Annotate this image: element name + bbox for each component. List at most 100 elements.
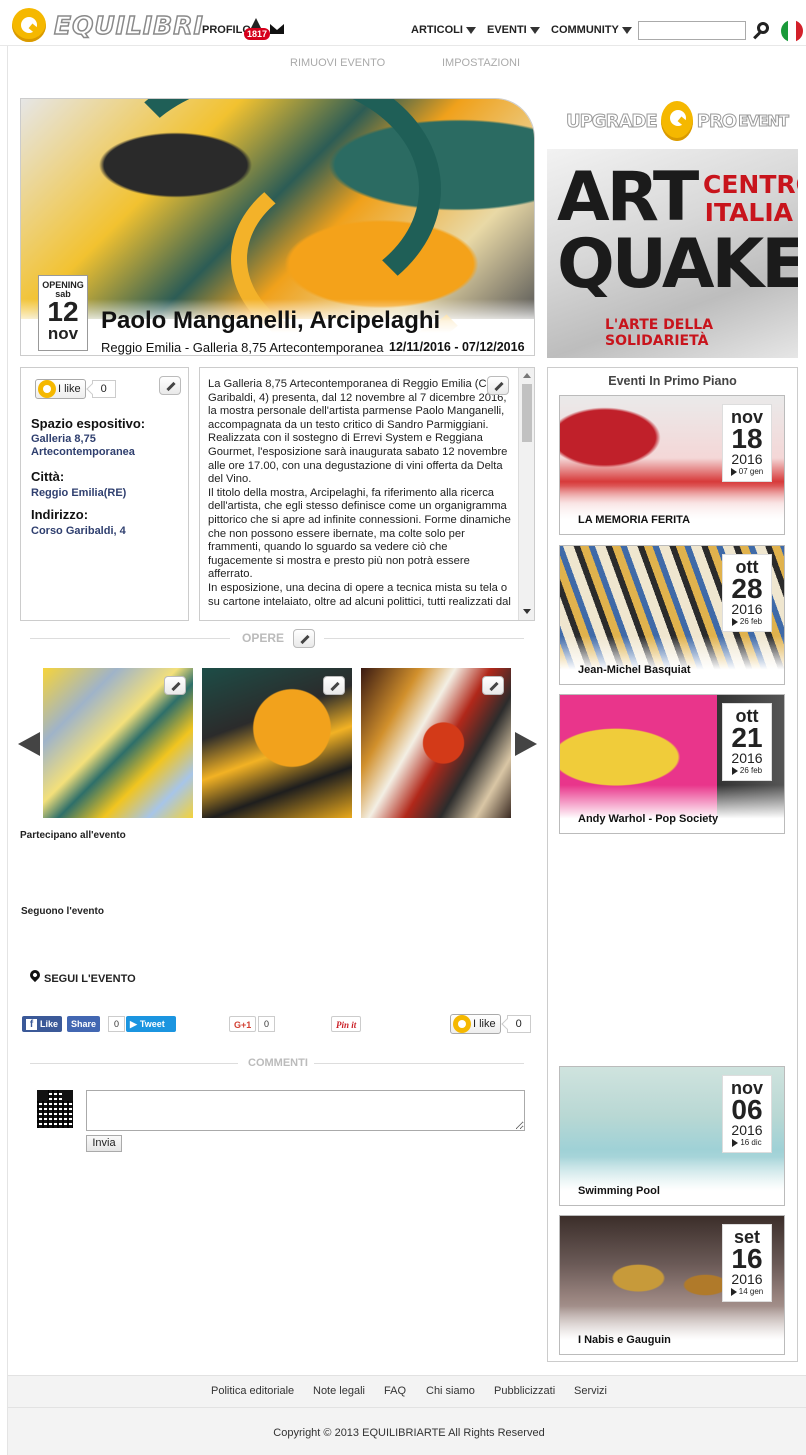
ilike-button[interactable]: I like [450, 1014, 501, 1034]
google-plus-count: 0 [258, 1016, 276, 1032]
event-dates: 12/11/2016 - 07/12/2016 [389, 340, 525, 354]
logo-q-icon [660, 101, 693, 141]
page-border [7, 46, 8, 1455]
google-plus-button[interactable]: G+1 [229, 1016, 257, 1032]
featured-event-card[interactable]: nov 06 2016 16 dic Swimming Pool [559, 1066, 785, 1206]
facebook-count: 0 [108, 1016, 126, 1032]
facebook-like-button[interactable]: f Like [22, 1016, 63, 1032]
footer-link-pubblicizzati[interactable]: Pubblicizzati [494, 1385, 555, 1397]
card-day: 06 [731, 1094, 763, 1125]
facebook-like-label: Like [40, 1019, 59, 1029]
event-date-box: OPENING sab 12 nov [38, 275, 88, 351]
card-end-date: 26 feb [723, 616, 771, 628]
footer-link-faq[interactable]: FAQ [384, 1385, 406, 1397]
ilike-widget[interactable]: I like 0 [35, 379, 116, 399]
card-year: 2016 [731, 451, 763, 467]
ad-centro-text: CENTRO ITALIA [703, 170, 798, 227]
ilike-icon [38, 380, 56, 398]
footer-link-servizi[interactable]: Servizi [574, 1385, 607, 1397]
city-value: Reggio Emilia(RE) [31, 487, 127, 499]
art-quake-ad[interactable]: ART CENTRO ITALIA QUAKE L'ARTE DELLA SOL… [547, 149, 798, 358]
footer-link-politica[interactable]: Politica editoriale [211, 1385, 294, 1397]
footer [8, 1375, 806, 1455]
event-word: EVENT [738, 112, 790, 131]
address-label: Indirizzo: [31, 507, 89, 522]
nav-eventi[interactable]: EVENTI [487, 24, 540, 36]
site-logo[interactable]: EQUILIBRI [12, 8, 204, 42]
facebook-share-button[interactable]: Share [67, 1016, 101, 1032]
edit-artwork-button[interactable] [323, 676, 345, 695]
ilike-label: I like [58, 383, 81, 395]
search-input[interactable] [638, 21, 746, 40]
chevron-down-icon [465, 26, 476, 34]
event-title: Paolo Manganelli, Arcipelaghi [101, 307, 441, 334]
comment-textarea[interactable] [86, 1090, 525, 1131]
event-description-box[interactable]: La Galleria 8,75 Artecontemporanea di Re… [199, 367, 535, 621]
artwork-thumbnail[interactable] [361, 668, 511, 818]
edit-artwork-button[interactable] [164, 676, 186, 695]
featured-event-card[interactable]: set 16 2016 14 gen I Nabis e Gauguin [559, 1215, 785, 1355]
card-end-date: 26 feb [723, 765, 771, 777]
card-end-date: 14 gen [723, 1286, 771, 1298]
notifications-button[interactable]: 1817 [244, 18, 271, 40]
event-month: nov [47, 324, 79, 343]
card-year: 2016 [731, 750, 763, 766]
card-end-date: 16 dic [723, 1137, 771, 1149]
footer-link-chi-siamo[interactable]: Chi siamo [426, 1385, 475, 1397]
tweet-button[interactable]: ▶ Tweet [126, 1016, 176, 1032]
footer-link-note-legali[interactable]: Note legali [313, 1385, 365, 1397]
submit-comment-button[interactable]: Invia [86, 1135, 122, 1152]
pro-word: PRO [696, 110, 737, 132]
card-name: Jean-Michel Basquiat [578, 664, 691, 676]
carousel-prev-icon[interactable] [18, 732, 40, 756]
settings-link[interactable]: IMPOSTAZIONI [442, 57, 520, 69]
map-pin-icon[interactable] [27, 967, 43, 983]
remove-event-link[interactable]: RIMUOVI EVENTO [290, 57, 385, 69]
address-value: Corso Garibaldi, 4 [31, 525, 126, 537]
ilike-button[interactable]: I like [35, 379, 86, 399]
edit-info-button[interactable] [159, 376, 181, 395]
divider [30, 1063, 238, 1064]
mail-icon[interactable] [270, 24, 284, 34]
artwork-thumbnail[interactable] [202, 668, 352, 818]
divider [314, 1063, 524, 1064]
chevron-down-icon [529, 26, 540, 34]
featured-event-card[interactable]: ott 21 2016 26 feb Andy Warhol - Pop Societ… [559, 694, 785, 834]
search-icon[interactable] [753, 21, 771, 41]
venue-link[interactable]: Galleria 8,75 Artecontemporanea [31, 433, 181, 459]
logo-text: EQUILIBRI [53, 10, 204, 41]
card-name: I Nabis e Gauguin [578, 1334, 671, 1346]
carousel-next-icon[interactable] [515, 732, 537, 756]
nav-articoli[interactable]: ARTICOLI [411, 24, 476, 36]
featured-event-card[interactable]: nov 18 2016 07 gen LA MEMORIA FERITA [559, 395, 785, 535]
card-end-date: 07 gen [723, 466, 771, 478]
twitter-bird-icon: ▶ [130, 1019, 137, 1029]
edit-description-button[interactable] [487, 376, 509, 395]
upgrade-pro-event-banner[interactable]: UPGRADE PRO EVENT [566, 97, 790, 145]
ilike-widget-bottom[interactable]: I like 0 [450, 1014, 531, 1034]
divider [30, 638, 230, 639]
qr-code-image [37, 1090, 73, 1128]
ilike-icon [453, 1015, 471, 1033]
edit-opere-button[interactable] [293, 629, 315, 648]
city-label: Città: [31, 469, 65, 484]
featured-events-title: Eventi In Primo Piano [608, 374, 737, 388]
artwork-thumbnail[interactable] [43, 668, 193, 818]
card-year: 2016 [731, 601, 763, 617]
featured-event-card[interactable]: ott 28 2016 26 feb Jean-Michel Basquiat [559, 545, 785, 685]
participants-heading: Partecipano all'evento [20, 830, 126, 841]
ad-solidarity-text: L'ARTE DELLA SOLIDARIETÀ [605, 317, 714, 349]
chevron-down-icon [621, 26, 632, 34]
ad-quake-text: QUAKE [557, 225, 798, 304]
card-year: 2016 [731, 1271, 763, 1287]
pinterest-button[interactable]: Pin it [331, 1016, 362, 1032]
nav-articoli-label: ARTICOLI [411, 24, 463, 36]
italian-flag-icon[interactable] [781, 20, 803, 42]
card-day: 21 [731, 722, 763, 753]
follow-event-link[interactable]: SEGUI L'EVENTO [44, 973, 136, 985]
nav-community[interactable]: COMMUNITY [551, 24, 632, 36]
ilike-count: 0 [91, 380, 116, 398]
ad-art-text: ART [557, 158, 699, 237]
edit-artwork-button[interactable] [482, 676, 504, 695]
description-scrollbar[interactable] [518, 368, 534, 620]
